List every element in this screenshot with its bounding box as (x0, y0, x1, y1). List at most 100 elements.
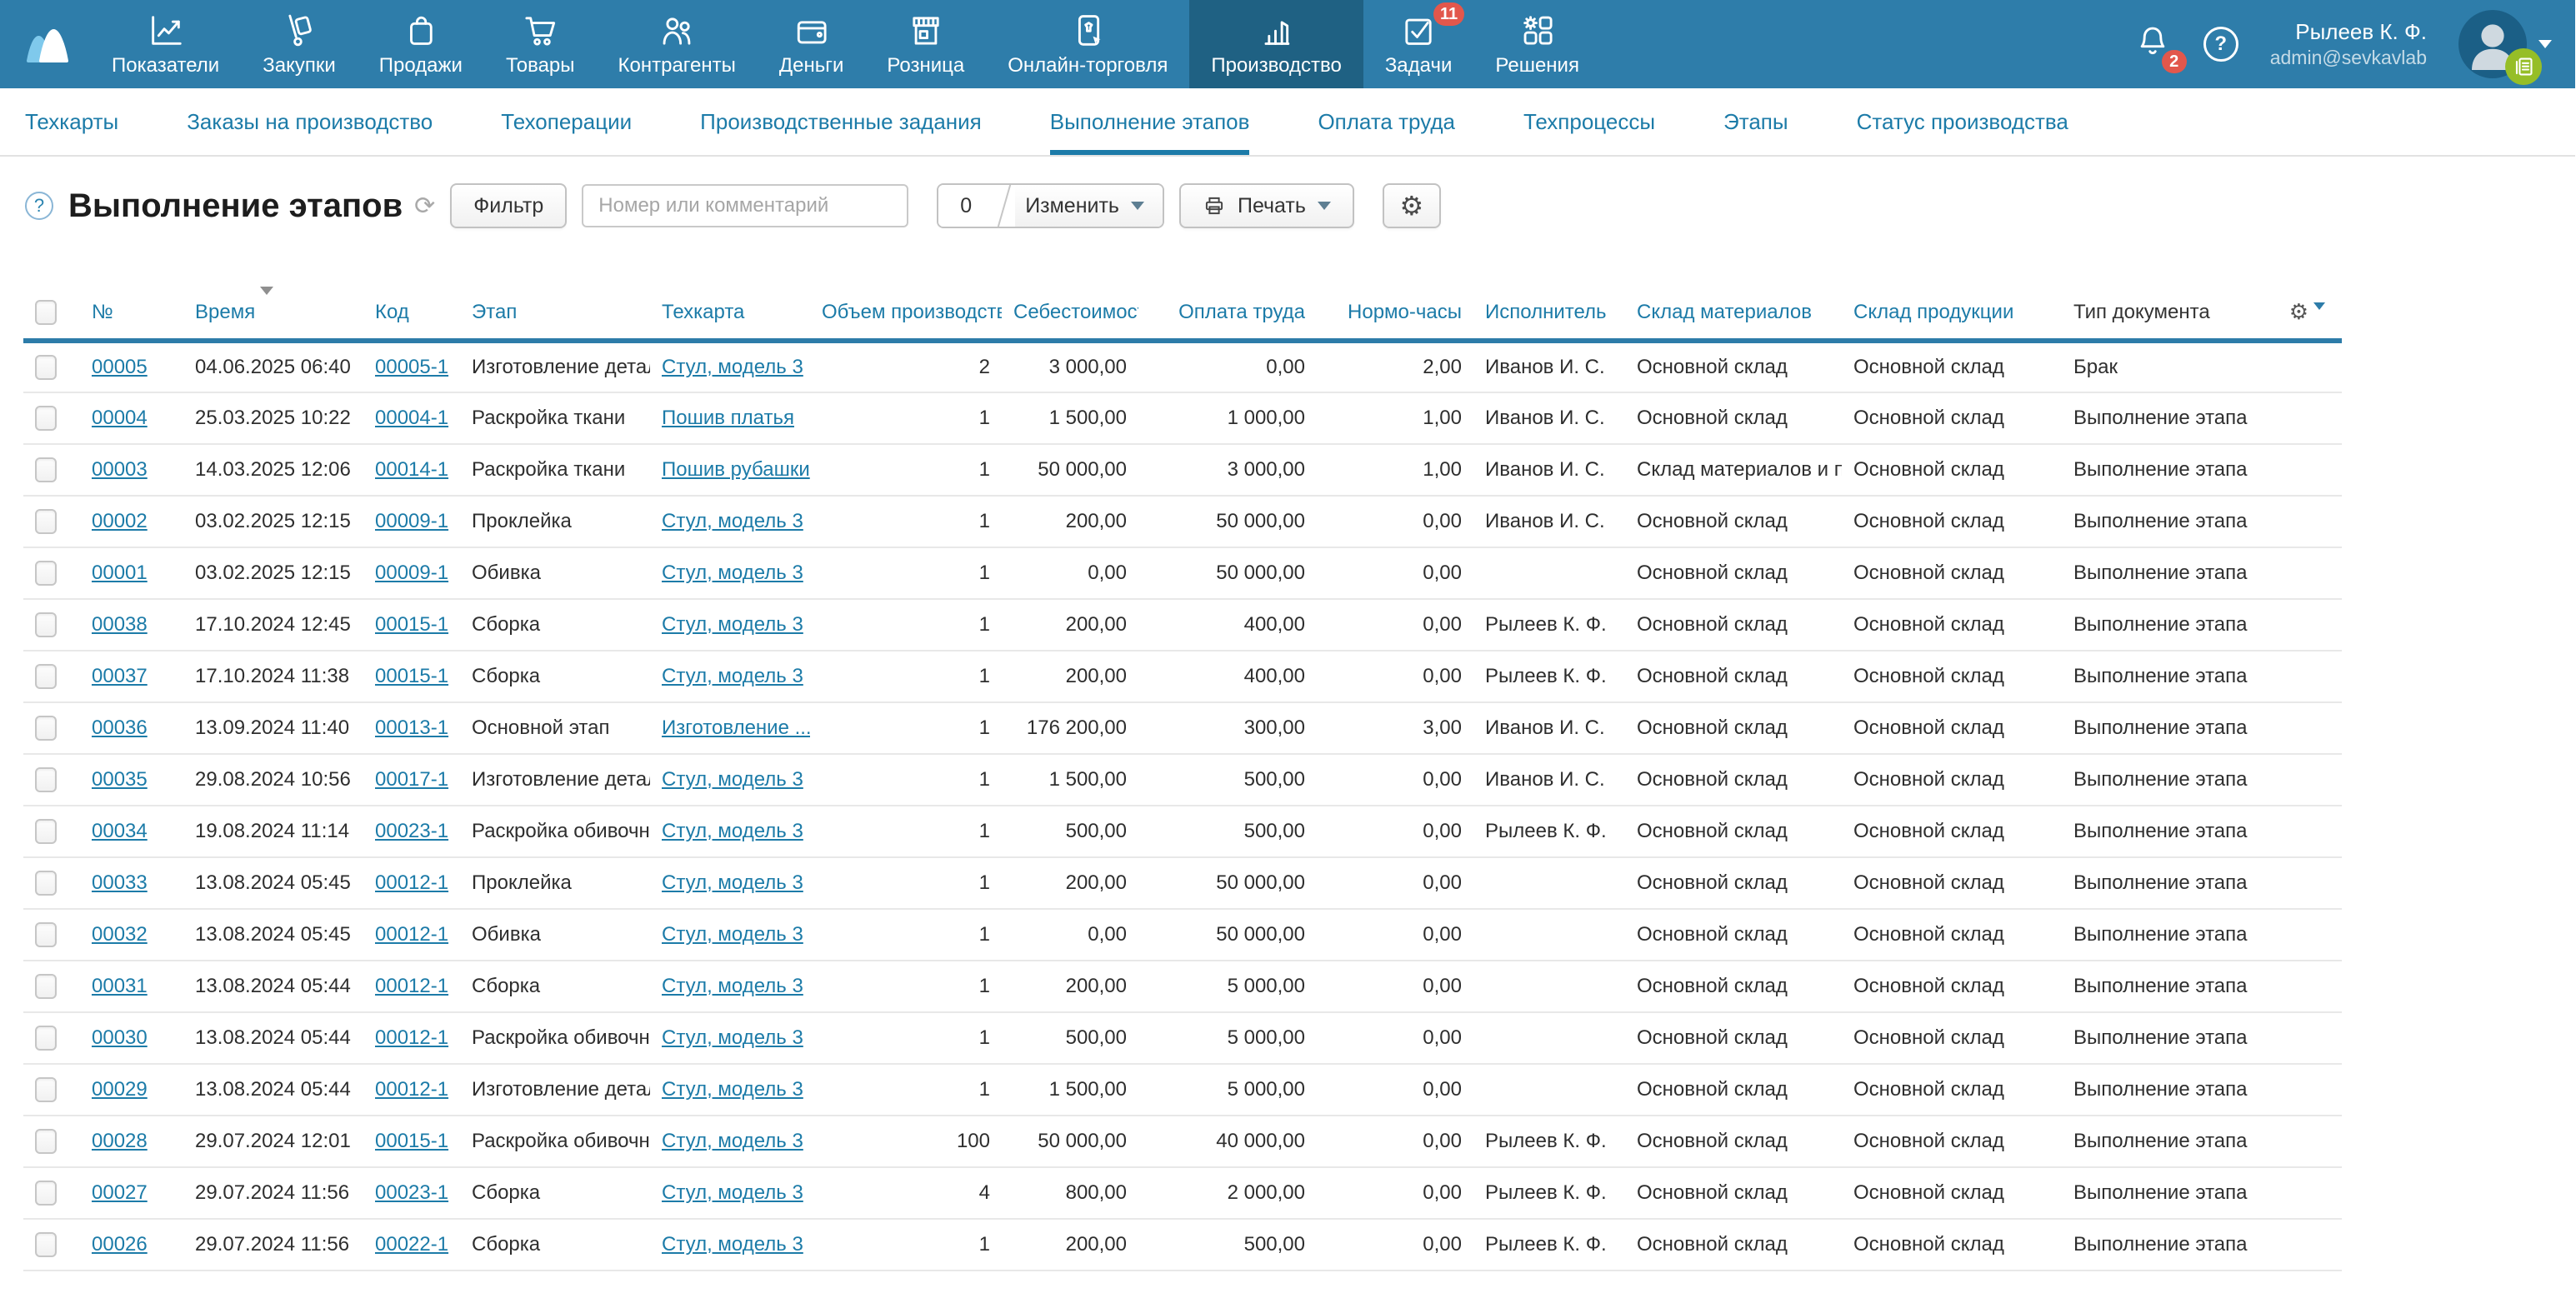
tab-techprocesses[interactable]: Техпроцессы (1523, 88, 1655, 155)
row-techcard-link[interactable]: Стул, модель 3 (662, 768, 803, 791)
row-checkbox[interactable] (35, 871, 57, 896)
page-help-icon[interactable]: ? (25, 192, 53, 220)
row-number-link[interactable]: 00030 (92, 1026, 148, 1049)
row-number-link[interactable]: 00029 (92, 1078, 148, 1101)
column-header-labor[interactable]: Оплата труда (1138, 283, 1317, 341)
user-info[interactable]: Рылеев К. Ф. admin@sevkavlab (2270, 18, 2427, 69)
bulk-edit-control[interactable]: 0 Изменить (937, 183, 1164, 228)
row-techcard-link[interactable]: Стул, модель 3 (662, 613, 803, 636)
tab-production-orders[interactable]: Заказы на производство (187, 88, 433, 155)
select-all-checkbox[interactable] (35, 300, 57, 325)
row-techcard-link[interactable]: Изготовление ... (662, 716, 810, 739)
row-techcard-link[interactable]: Пошив платья (662, 407, 794, 429)
row-checkbox[interactable] (35, 819, 57, 844)
row-number-link[interactable]: 00031 (92, 975, 148, 997)
row-code-link[interactable]: 00015-1 (375, 665, 448, 687)
column-header-warehouse-materials[interactable]: Склад материалов (1625, 283, 1842, 341)
column-header-techcard[interactable]: Техкарта (650, 283, 810, 341)
row-number-link[interactable]: 00005 (92, 356, 148, 378)
row-techcard-link[interactable]: Стул, модель 3 (662, 562, 803, 584)
row-code-link[interactable]: 00014-1 (375, 458, 448, 481)
row-techcard-link[interactable]: Стул, модель 3 (662, 1026, 803, 1049)
app-logo[interactable] (0, 0, 90, 88)
nav-item-indicators[interactable]: Показатели (90, 0, 241, 88)
row-code-link[interactable]: 00004-1 (375, 407, 448, 429)
row-checkbox[interactable] (35, 767, 57, 792)
row-number-link[interactable]: 00036 (92, 716, 148, 739)
row-checkbox[interactable] (35, 1181, 57, 1206)
row-number-link[interactable]: 00028 (92, 1130, 148, 1152)
row-checkbox[interactable] (35, 457, 57, 482)
change-button[interactable]: Изменить (1015, 185, 1163, 227)
row-number-link[interactable]: 00026 (92, 1233, 148, 1256)
row-code-link[interactable]: 00012-1 (375, 1078, 448, 1101)
search-input[interactable] (582, 184, 908, 227)
nav-item-counterparties[interactable]: Контрагенты (597, 0, 758, 88)
row-techcard-link[interactable]: Стул, модель 3 (662, 820, 803, 842)
column-header-hours[interactable]: Нормо-часы (1317, 283, 1473, 341)
row-techcard-link[interactable]: Стул, модель 3 (662, 923, 803, 946)
notifications-bell-icon[interactable]: 2 (2133, 22, 2172, 67)
row-code-link[interactable]: 00017-1 (375, 768, 448, 791)
help-icon[interactable]: ? (2203, 27, 2238, 62)
row-code-link[interactable]: 00013-1 (375, 716, 448, 739)
row-checkbox[interactable] (35, 1026, 57, 1051)
nav-item-production[interactable]: Производство (1189, 0, 1363, 88)
row-code-link[interactable]: 00023-1 (375, 820, 448, 842)
tab-stages[interactable]: Этапы (1723, 88, 1788, 155)
row-techcard-link[interactable]: Стул, модель 3 (662, 510, 803, 532)
row-checkbox[interactable] (35, 406, 57, 431)
row-checkbox[interactable] (35, 922, 57, 947)
column-header-time[interactable]: Время (183, 283, 363, 341)
nav-item-money[interactable]: Деньги (758, 0, 866, 88)
row-number-link[interactable]: 00001 (92, 562, 148, 584)
tab-techcards[interactable]: Техкарты (25, 88, 118, 155)
nav-item-tasks[interactable]: 11 Задачи (1363, 0, 1474, 88)
print-button[interactable]: Печать (1179, 183, 1354, 228)
row-code-link[interactable]: 00015-1 (375, 1130, 448, 1152)
row-code-link[interactable]: 00015-1 (375, 613, 448, 636)
row-checkbox[interactable] (35, 1232, 57, 1257)
row-techcard-link[interactable]: Стул, модель 3 (662, 1181, 803, 1204)
nav-item-solutions[interactable]: Решения (1473, 0, 1601, 88)
row-number-link[interactable]: 00038 (92, 613, 148, 636)
row-code-link[interactable]: 00009-1 (375, 562, 448, 584)
row-number-link[interactable]: 00003 (92, 458, 148, 481)
nav-item-goods[interactable]: Товары (484, 0, 597, 88)
row-checkbox[interactable] (35, 664, 57, 689)
row-checkbox[interactable] (35, 1129, 57, 1154)
tab-production-assignments[interactable]: Производственные задания (700, 88, 982, 155)
row-number-link[interactable]: 00037 (92, 665, 148, 687)
row-techcard-link[interactable]: Стул, модель 3 (662, 1130, 803, 1152)
refresh-icon[interactable]: ⟳ (414, 192, 435, 221)
row-code-link[interactable]: 00012-1 (375, 923, 448, 946)
tab-labor-payment[interactable]: Оплата труда (1318, 88, 1455, 155)
row-number-link[interactable]: 00004 (92, 407, 148, 429)
row-techcard-link[interactable]: Стул, модель 3 (662, 871, 803, 894)
row-number-link[interactable]: 00035 (92, 768, 148, 791)
column-header-executor[interactable]: Исполнитель (1473, 283, 1625, 341)
table-settings-control[interactable]: ⚙ (2253, 283, 2342, 341)
row-techcard-link[interactable]: Стул, модель 3 (662, 975, 803, 997)
column-header-number[interactable]: № (80, 283, 183, 341)
row-code-link[interactable]: 00012-1 (375, 871, 448, 894)
nav-item-purchases[interactable]: Закупки (241, 0, 358, 88)
column-header-volume[interactable]: Объем производства (810, 283, 1002, 341)
nav-item-retail[interactable]: Розница (865, 0, 986, 88)
row-code-link[interactable]: 00009-1 (375, 510, 448, 532)
row-techcard-link[interactable]: Стул, модель 3 (662, 1078, 803, 1101)
row-techcard-link[interactable]: Стул, модель 3 (662, 1233, 803, 1256)
column-header-warehouse-products[interactable]: Склад продукции (1842, 283, 2062, 341)
column-header-stage[interactable]: Этап (460, 283, 650, 341)
row-code-link[interactable]: 00005-1 (375, 356, 448, 378)
row-number-link[interactable]: 00034 (92, 820, 148, 842)
row-code-link[interactable]: 00023-1 (375, 1181, 448, 1204)
row-checkbox[interactable] (35, 561, 57, 586)
row-techcard-link[interactable]: Пошив рубашки (662, 458, 810, 481)
tab-stage-execution[interactable]: Выполнение этапов (1050, 88, 1250, 155)
settings-button[interactable]: ⚙ (1383, 183, 1441, 228)
row-techcard-link[interactable]: Стул, модель 3 (662, 665, 803, 687)
row-number-link[interactable]: 00032 (92, 923, 148, 946)
user-menu[interactable] (2458, 10, 2552, 78)
column-header-cost[interactable]: Себестоимость (1002, 283, 1138, 341)
